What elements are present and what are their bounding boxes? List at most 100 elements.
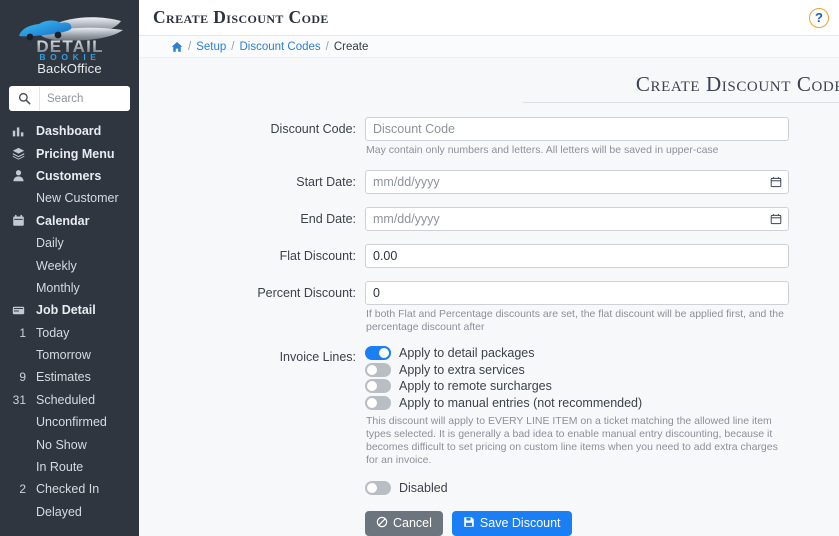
window-icon (8, 304, 28, 317)
breadcrumb-item-create: Create (333, 40, 369, 53)
end-date-input[interactable]: mm/dd/yyyy (365, 207, 789, 231)
svg-text:BOOKIE: BOOKIE (39, 52, 100, 60)
invoice-lines-hint: This discount will apply to EVERY LINE I… (366, 415, 778, 466)
sidebar-item-calendar[interactable]: Calendar (0, 210, 139, 232)
sidebar-nav: Dashboard Pricing Menu Customers New Cus… (0, 120, 139, 523)
search-icon (9, 86, 39, 111)
percent-discount-hint: If both Flat and Percentage discounts ar… (366, 308, 784, 333)
toggle-row-manual-entries: Apply to manual entries (not recommended… (365, 395, 789, 411)
ban-icon (376, 516, 388, 531)
percent-discount-input[interactable] (365, 281, 789, 305)
sidebar-item-pricing-menu[interactable]: Pricing Menu (0, 142, 139, 164)
sidebar-item-label: Monthly (36, 280, 80, 295)
sidebar-item-weekly[interactable]: Weekly (0, 254, 139, 276)
sidebar-item-label: No Show (36, 437, 87, 452)
sidebar-item-label: New Customer (36, 191, 119, 206)
bar-chart-icon (8, 125, 28, 138)
sidebar-item-label: Checked In (36, 482, 100, 497)
form-actions: Cancel Save Discount (161, 510, 817, 536)
question-circle-icon[interactable]: ? (809, 7, 829, 28)
breadcrumb-item-discount-codes[interactable]: Discount Codes (239, 41, 320, 53)
discount-code-label: Discount Code: (270, 122, 356, 136)
cancel-button[interactable]: Cancel (365, 510, 443, 536)
sidebar-item-badge: 2 (19, 482, 26, 497)
toggle-disabled[interactable] (365, 481, 391, 495)
field-end-date: End Date: mm/dd/yyyy (161, 207, 817, 231)
sidebar-item-job-detail[interactable]: Job Detail (0, 299, 139, 321)
page-title: Create Discount Code (153, 7, 329, 27)
sidebar-item-badge: 1 (19, 325, 26, 340)
floppy-disk-icon (463, 516, 475, 531)
sidebar-item-tomorrow[interactable]: Tomorrow (0, 344, 139, 366)
sidebar-item-in-route[interactable]: In Route (0, 456, 139, 478)
form-heading: Create Discount Code (523, 72, 839, 103)
field-start-date: Start Date: mm/dd/yyyy (161, 170, 817, 194)
toggle-row-detail-packages: Apply to detail packages (365, 345, 789, 361)
invoice-lines-label: Invoice Lines: (279, 350, 356, 364)
toggle-apply-detail-packages[interactable] (365, 346, 391, 360)
toggle-row-extra-services: Apply to extra services (365, 362, 789, 378)
calendar-icon (8, 214, 28, 227)
end-date-placeholder: mm/dd/yyyy (373, 212, 440, 226)
sidebar-item-estimates[interactable]: 9 Estimates (0, 366, 139, 388)
app-root: DETAIL BOOKIE BackOffice Search Dashboar… (0, 0, 839, 536)
discount-code-input[interactable] (365, 117, 789, 141)
sidebar-item-label: Today (36, 325, 70, 340)
sidebar-item-label: Estimates (36, 370, 91, 385)
sidebar-item-label: In Route (36, 460, 84, 475)
discount-code-hint: May contain only numbers and letters. Al… (366, 144, 719, 156)
sidebar-item-label: Calendar (36, 213, 90, 228)
sidebar-item-customers[interactable]: Customers (0, 165, 139, 187)
toggle-label: Apply to detail packages (399, 346, 535, 360)
field-percent-discount: Percent Discount: If both Flat and Perce… (161, 281, 817, 334)
toggle-apply-extra-services[interactable] (365, 362, 391, 377)
end-date-label: End Date: (300, 212, 356, 226)
field-flat-discount: Flat Discount: (161, 244, 817, 268)
toggle-row-remote-surcharges: Apply to remote surcharges (365, 378, 789, 394)
sidebar-item-delayed[interactable]: Delayed (0, 501, 139, 523)
sidebar: DETAIL BOOKIE BackOffice Search Dashboar… (0, 0, 139, 536)
sidebar-item-label: Dashboard (36, 124, 102, 139)
search-input[interactable] (39, 87, 130, 110)
brand-logo[interactable]: DETAIL BOOKIE BackOffice (0, 0, 139, 76)
start-date-placeholder: mm/dd/yyyy (373, 175, 440, 189)
toggle-label: Apply to remote surcharges (399, 379, 552, 393)
sidebar-item-label: Tomorrow (36, 348, 91, 363)
breadcrumb: / Setup / Discount Codes / Create (139, 36, 839, 58)
sidebar-item-no-show[interactable]: No Show (0, 433, 139, 455)
sidebar-item-unconfirmed[interactable]: Unconfirmed (0, 411, 139, 433)
layers-icon (8, 147, 28, 160)
sidebar-item-new-customer[interactable]: New Customer (0, 187, 139, 209)
home-icon[interactable] (171, 41, 183, 53)
flat-discount-input[interactable] (365, 244, 789, 268)
sidebar-item-label: Delayed (36, 504, 82, 519)
breadcrumb-item-setup[interactable]: Setup (196, 41, 226, 53)
calendar-picker-icon[interactable] (770, 176, 782, 188)
sidebar-search[interactable] (9, 86, 130, 111)
sidebar-item-label: Scheduled (36, 392, 96, 407)
toggle-apply-remote-surcharges[interactable] (365, 379, 391, 393)
car-boat-logo-icon: DETAIL BOOKIE (18, 17, 123, 60)
percent-discount-label: Percent Discount: (257, 286, 356, 300)
breadcrumb-separator: / (188, 40, 192, 53)
sidebar-item-label: Job Detail (36, 303, 96, 318)
save-discount-button-label: Save Discount (479, 516, 561, 530)
start-date-label: Start Date: (296, 175, 356, 189)
sidebar-item-monthly[interactable]: Monthly (0, 277, 139, 299)
sidebar-item-today[interactable]: 1 Today (0, 322, 139, 344)
sidebar-item-label: Daily (36, 236, 64, 251)
save-discount-button[interactable]: Save Discount (451, 510, 572, 536)
toggle-label: Apply to manual entries (not recommended… (399, 395, 643, 410)
start-date-input[interactable]: mm/dd/yyyy (365, 170, 789, 194)
toggle-label: Apply to extra services (399, 362, 525, 377)
discount-form: Create Discount Code Discount Code: May … (139, 58, 839, 536)
sidebar-item-checked-in[interactable]: 2 Checked In (0, 478, 139, 500)
sidebar-item-badge: 9 (19, 370, 26, 385)
field-discount-code: Discount Code: May contain only numbers … (161, 117, 817, 157)
sidebar-item-dashboard[interactable]: Dashboard (0, 120, 139, 142)
calendar-picker-icon[interactable] (770, 213, 782, 225)
sidebar-item-scheduled[interactable]: 31 Scheduled (0, 389, 139, 411)
sidebar-item-label: Unconfirmed (36, 415, 107, 430)
sidebar-item-daily[interactable]: Daily (0, 232, 139, 254)
toggle-apply-manual-entries[interactable] (365, 395, 391, 410)
